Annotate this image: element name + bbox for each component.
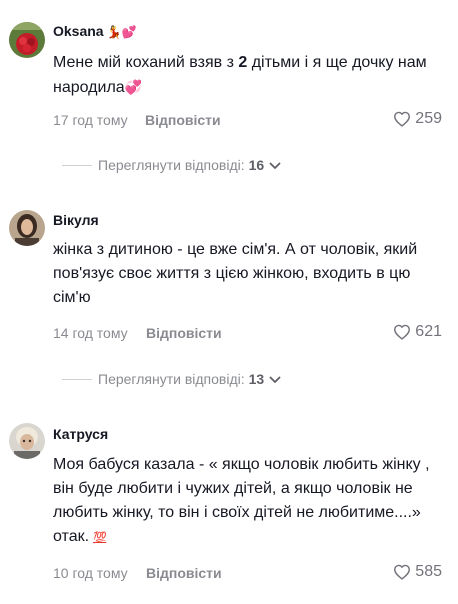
reply-count: 16: [248, 157, 265, 173]
view-replies-label: Переглянути відповіді:: [98, 157, 245, 173]
comment-katrusia: Катруся Моя бабуся казала - « якщо чолов…: [0, 412, 458, 604]
avatar[interactable]: [9, 22, 45, 58]
comment-text: жінка з дитиною - це вже сім'я. А от чол…: [53, 241, 418, 306]
reply-button[interactable]: Відповісти: [146, 325, 222, 341]
like-count: 621: [415, 323, 442, 340]
heart-outline-icon: [393, 324, 411, 340]
like-count: 585: [415, 563, 442, 580]
heart-outline-icon: [393, 111, 411, 127]
avatar[interactable]: [9, 423, 45, 459]
comment-text: Мене мій коханий взяв з 2 дітьми і я ще …: [53, 51, 448, 100]
comment-oksana: Oksana 💃💕 Мене мій коханий взяв з 2 дітьм…: [0, 0, 458, 200]
reply-count: 13: [248, 371, 265, 387]
view-replies-button[interactable]: Переглянути відповіді: 16: [62, 157, 281, 173]
chevron-down-icon: [264, 371, 281, 387]
reply-button[interactable]: Відповісти: [146, 565, 222, 581]
hundred-emoji: 💯: [93, 532, 107, 544]
username[interactable]: Катруся: [53, 426, 108, 442]
username-emojis: 💃💕: [106, 25, 137, 39]
like-button[interactable]: 259: [393, 110, 442, 128]
comment-time: 14 год тому: [53, 325, 128, 341]
username[interactable]: Вікуля: [53, 212, 99, 228]
like-button[interactable]: 585: [393, 563, 442, 581]
username[interactable]: Oksana 💃💕: [53, 23, 136, 39]
chevron-down-icon: [264, 157, 281, 173]
like-button[interactable]: 621: [393, 323, 442, 341]
like-count: 259: [415, 110, 442, 127]
comment-time: 10 год тому: [53, 565, 128, 581]
heart-emoji: 💞: [124, 79, 143, 95]
comment-text: Моя бабуся казала - « якщо чоловік любит…: [53, 453, 448, 550]
heart-outline-icon: [393, 564, 411, 580]
comment-vikulia: Вікуля жінка з дитиною - це вже сім'я. А…: [0, 200, 458, 400]
avatar[interactable]: [9, 210, 45, 246]
divider-line: [62, 378, 92, 380]
divider-line: [62, 164, 92, 166]
reply-button[interactable]: Відповісти: [145, 112, 221, 128]
view-replies-button[interactable]: Переглянути відповіді: 13: [62, 371, 281, 387]
view-replies-label: Переглянути відповіді:: [98, 371, 245, 387]
comment-time: 17 год тому: [53, 112, 128, 128]
